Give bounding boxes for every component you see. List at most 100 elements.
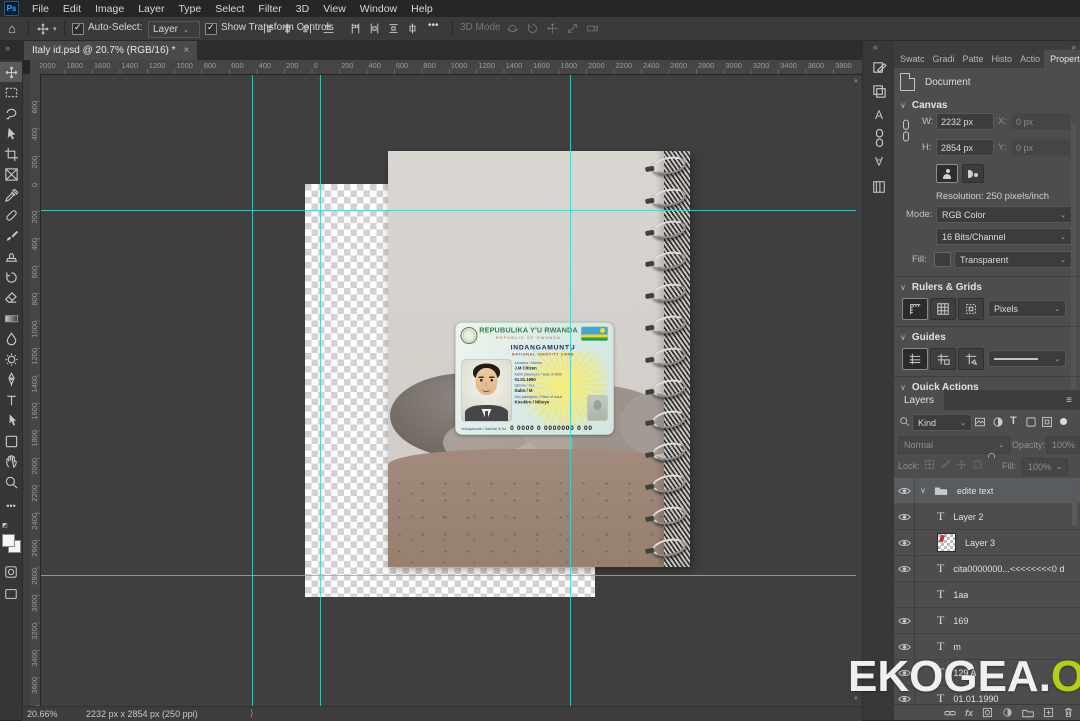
align-right-icon[interactable] (300, 22, 313, 35)
menu-item[interactable]: View (316, 3, 353, 15)
path-selection-tool[interactable] (0, 410, 22, 430)
link-panel-icon[interactable] (863, 128, 895, 148)
filter-kind-dropdown[interactable]: Kind ⌄ (912, 414, 972, 431)
group-expand-chevron[interactable]: ∨ (920, 486, 926, 495)
move-tool[interactable] (0, 62, 22, 82)
canvas-section-header[interactable]: ∨ Canvas (900, 100, 947, 111)
expand-panels-chevron[interactable]: « (873, 42, 878, 52)
foreground-background-swatches[interactable] (2, 534, 22, 554)
canvas-scrollbar[interactable]: ▲ ▼ (853, 76, 860, 704)
spot-healing-tool[interactable] (0, 205, 22, 225)
menu-item[interactable]: Window (353, 3, 404, 15)
dodge-tool[interactable] (0, 349, 22, 369)
layer-style-icon[interactable]: fx (965, 708, 973, 718)
lock-position-icon[interactable] (956, 459, 967, 470)
layer-visibility-toggle[interactable] (894, 512, 914, 522)
pen-tool[interactable] (0, 369, 22, 389)
character-panel-icon[interactable]: A (863, 108, 895, 122)
clone-stamp-tool[interactable] (0, 246, 22, 266)
fill-swatch[interactable] (934, 252, 951, 267)
layer-name[interactable]: 129 A (953, 668, 976, 678)
distribute-center-icon[interactable] (368, 22, 381, 35)
toolbar-collapse-chevron[interactable]: » (5, 43, 10, 53)
layer-row[interactable]: 129 A (894, 660, 1080, 686)
menu-item[interactable]: Layer (131, 3, 171, 15)
marquee-tool[interactable] (0, 82, 22, 102)
filter-smart-objects-icon[interactable] (1041, 416, 1053, 428)
brush-tool[interactable] (0, 226, 22, 246)
home-icon[interactable]: ⌂ (8, 21, 16, 36)
layer-row[interactable]: Layer 3 (894, 530, 1080, 556)
delete-layer-icon[interactable] (1063, 707, 1074, 718)
menu-item[interactable]: File (25, 3, 56, 15)
layer-row[interactable]: 01.01.1990 (894, 686, 1080, 702)
layer-name[interactable]: Layer 2 (953, 512, 983, 522)
panel-tab[interactable]: Properties (1044, 50, 1080, 68)
toggle-guides-button[interactable] (902, 348, 928, 370)
layer-visibility-toggle[interactable] (894, 486, 914, 496)
layer-visibility-toggle[interactable] (894, 642, 914, 652)
layer-name[interactable]: edite text (957, 486, 994, 496)
width-field[interactable]: 2232 px (936, 113, 994, 130)
lock-artboard-icon[interactable] (972, 459, 983, 470)
layers-tab[interactable]: Layers (894, 390, 945, 410)
wh-link-icon[interactable] (898, 118, 914, 144)
menu-item[interactable]: Filter (251, 3, 288, 15)
adjustment-layer-icon[interactable] (1002, 707, 1013, 718)
panel-tab[interactable]: Actio (1016, 50, 1044, 68)
screen-mode-icon[interactable] (0, 584, 22, 604)
align-center-h-icon[interactable] (281, 22, 294, 35)
layer-name[interactable]: 1aa (953, 590, 968, 600)
toggle-snap-button[interactable] (958, 298, 984, 320)
rulers-grids-section-header[interactable]: ∨ Rulers & Grids (900, 282, 982, 293)
foreground-color-swatch[interactable] (2, 534, 15, 547)
link-layers-icon[interactable] (944, 708, 956, 718)
layer-visibility-toggle[interactable] (894, 694, 914, 703)
align-bottom-icon[interactable] (322, 22, 335, 35)
menu-item[interactable]: 3D (289, 3, 316, 15)
layer-visibility-toggle[interactable] (894, 668, 914, 678)
distribute-width-icon[interactable] (406, 22, 419, 35)
lock-guides-button[interactable] (930, 348, 956, 370)
panel-tab[interactable]: Histo (988, 50, 1017, 68)
lasso-tool[interactable] (0, 103, 22, 123)
filter-toggle-dot[interactable] (1060, 418, 1067, 425)
canvas-pasteboard[interactable]: REPUBULIKA Y'U RWANDA REPUBLIC OF RWANDA… (22, 74, 862, 706)
artboard-panel-icon[interactable] (863, 84, 895, 99)
filter-adjustment-layers-icon[interactable] (992, 416, 1004, 428)
filter-shape-layers-icon[interactable] (1025, 416, 1037, 428)
layer-row[interactable]: 169 (894, 608, 1080, 634)
blend-mode-dropdown[interactable]: Normal ⌄ (898, 436, 1010, 454)
layers-scrollbar[interactable] (1072, 480, 1077, 526)
object-selection-tool[interactable] (0, 123, 22, 143)
show-transform-checkbox[interactable] (205, 22, 217, 35)
scroll-up-icon[interactable]: ▲ (853, 78, 859, 84)
layer-mask-icon[interactable] (982, 707, 993, 718)
align-left-icon[interactable] (262, 22, 275, 35)
close-tab-icon[interactable]: × (184, 45, 190, 56)
layer-visibility-toggle[interactable] (894, 616, 914, 626)
layer-row[interactable]: 1aa (894, 582, 1080, 608)
height-field[interactable]: 2854 px (936, 139, 994, 156)
menu-item[interactable]: Type (171, 3, 208, 15)
zoom-tool[interactable] (0, 472, 22, 492)
layer-row[interactable]: cita0000000...<<<<<<<<0 d (894, 556, 1080, 582)
ruler-units-dropdown[interactable]: Pixels ⌄ (988, 300, 1066, 317)
layer-visibility-toggle[interactable] (894, 538, 914, 548)
distribute-top-icon[interactable] (349, 22, 362, 35)
edit-toolbar-icon[interactable]: ••• (0, 496, 22, 516)
landscape-orientation-button[interactable] (962, 164, 984, 183)
layer-name[interactable]: 169 (953, 616, 968, 626)
distribute-height-icon[interactable] (387, 22, 400, 35)
menu-item[interactable]: Help (404, 3, 440, 15)
brush-settings-panel-icon[interactable] (863, 60, 895, 75)
y-field[interactable]: 0 px (1011, 139, 1071, 156)
opacity-field[interactable]: 100% (1046, 436, 1080, 454)
paragraph-panel-icon[interactable]: A (863, 154, 895, 168)
panel-tab[interactable]: Swatc (896, 50, 929, 68)
layers-menu-icon[interactable]: ≡ (1066, 395, 1072, 406)
status-chevron-icon[interactable]: ⟩ (250, 708, 254, 719)
horizontal-ruler[interactable]: 2000 1800 1600 1400 1200 1000 800 600 400 200 0 200… (40, 60, 862, 75)
eraser-tool[interactable] (0, 287, 22, 307)
layer-name[interactable]: 01.01.1990 (953, 694, 998, 703)
